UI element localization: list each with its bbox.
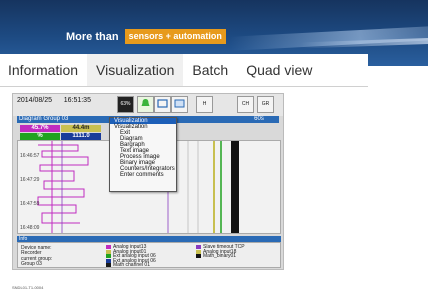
footer-code: SNDL01-T1-0004 (12, 285, 44, 290)
time-label-2: 16:47:29 (20, 177, 40, 183)
device-time: 16:51:35 (63, 97, 91, 104)
chart-glyph-icon (174, 99, 185, 108)
tab-batch[interactable]: Batch (183, 54, 237, 86)
time-label-4: 16:48:09 (20, 225, 40, 231)
group-button[interactable]: GR (257, 96, 274, 113)
time-label-3: 16:47:59 (20, 201, 40, 207)
tagline-prefix: More than (66, 30, 119, 43)
brand-logo: sensors + automation (124, 29, 226, 44)
tab-visualization[interactable]: Visualization (87, 54, 184, 86)
channel-label: CH (241, 101, 250, 107)
legend-label: Math_binary01 (203, 253, 237, 259)
display-icon[interactable] (154, 96, 171, 113)
history-button[interactable]: H (196, 96, 213, 113)
tagline: More than sensors + automation (66, 29, 226, 44)
tab-information[interactable]: Information (0, 54, 87, 86)
channel-button[interactable]: CH (237, 96, 254, 113)
display-glyph-icon (157, 99, 168, 108)
chart-icon[interactable] (171, 96, 188, 113)
legend-label: Math channel 01 (113, 262, 150, 268)
memory-label: 63% (120, 101, 131, 107)
current-group-value: Group 03 (21, 261, 42, 267)
tab-quad-view[interactable]: Quad view (237, 54, 321, 86)
value-cell-1: 45.7% (20, 125, 60, 132)
legend-swatch (196, 254, 201, 258)
group-label: GR (261, 101, 270, 107)
device-datetime: 2014/08/25 16:51:35 (17, 97, 91, 104)
device-date: 2014/08/25 (17, 97, 53, 104)
value-cell-2: 44.4m (61, 125, 101, 132)
value-cell-4: 1111.0 (61, 133, 101, 140)
visualization-menu: Visualization Visualization Exit Diagram… (109, 117, 177, 192)
brand-word-2: automation (173, 31, 222, 41)
tab-bar: Information Visualization Batch Quad vie… (0, 54, 368, 86)
menu-item-enter-comments[interactable]: Enter comments (110, 172, 176, 178)
memory-icon[interactable]: 63% (117, 96, 134, 113)
device-toolbar: 2014/08/25 16:51:35 63% H CH GR (13, 94, 283, 116)
value-cell-3: % (20, 133, 60, 140)
info-panel: Device name: Recorder current group: Gro… (17, 242, 281, 268)
time-window: 60s (239, 116, 279, 123)
bell-glyph-icon (141, 99, 150, 106)
legend-item: Math channel 01 (106, 262, 150, 268)
history-label: H (202, 101, 207, 107)
legend-item: Math_binary01 (196, 253, 236, 259)
brand-plus: + (165, 31, 171, 41)
legend-swatch (106, 263, 111, 267)
time-label-1: 16:46:57 (20, 153, 40, 159)
alarm-bell-icon[interactable] (137, 96, 154, 113)
brand-word-1: sensors (128, 31, 164, 41)
